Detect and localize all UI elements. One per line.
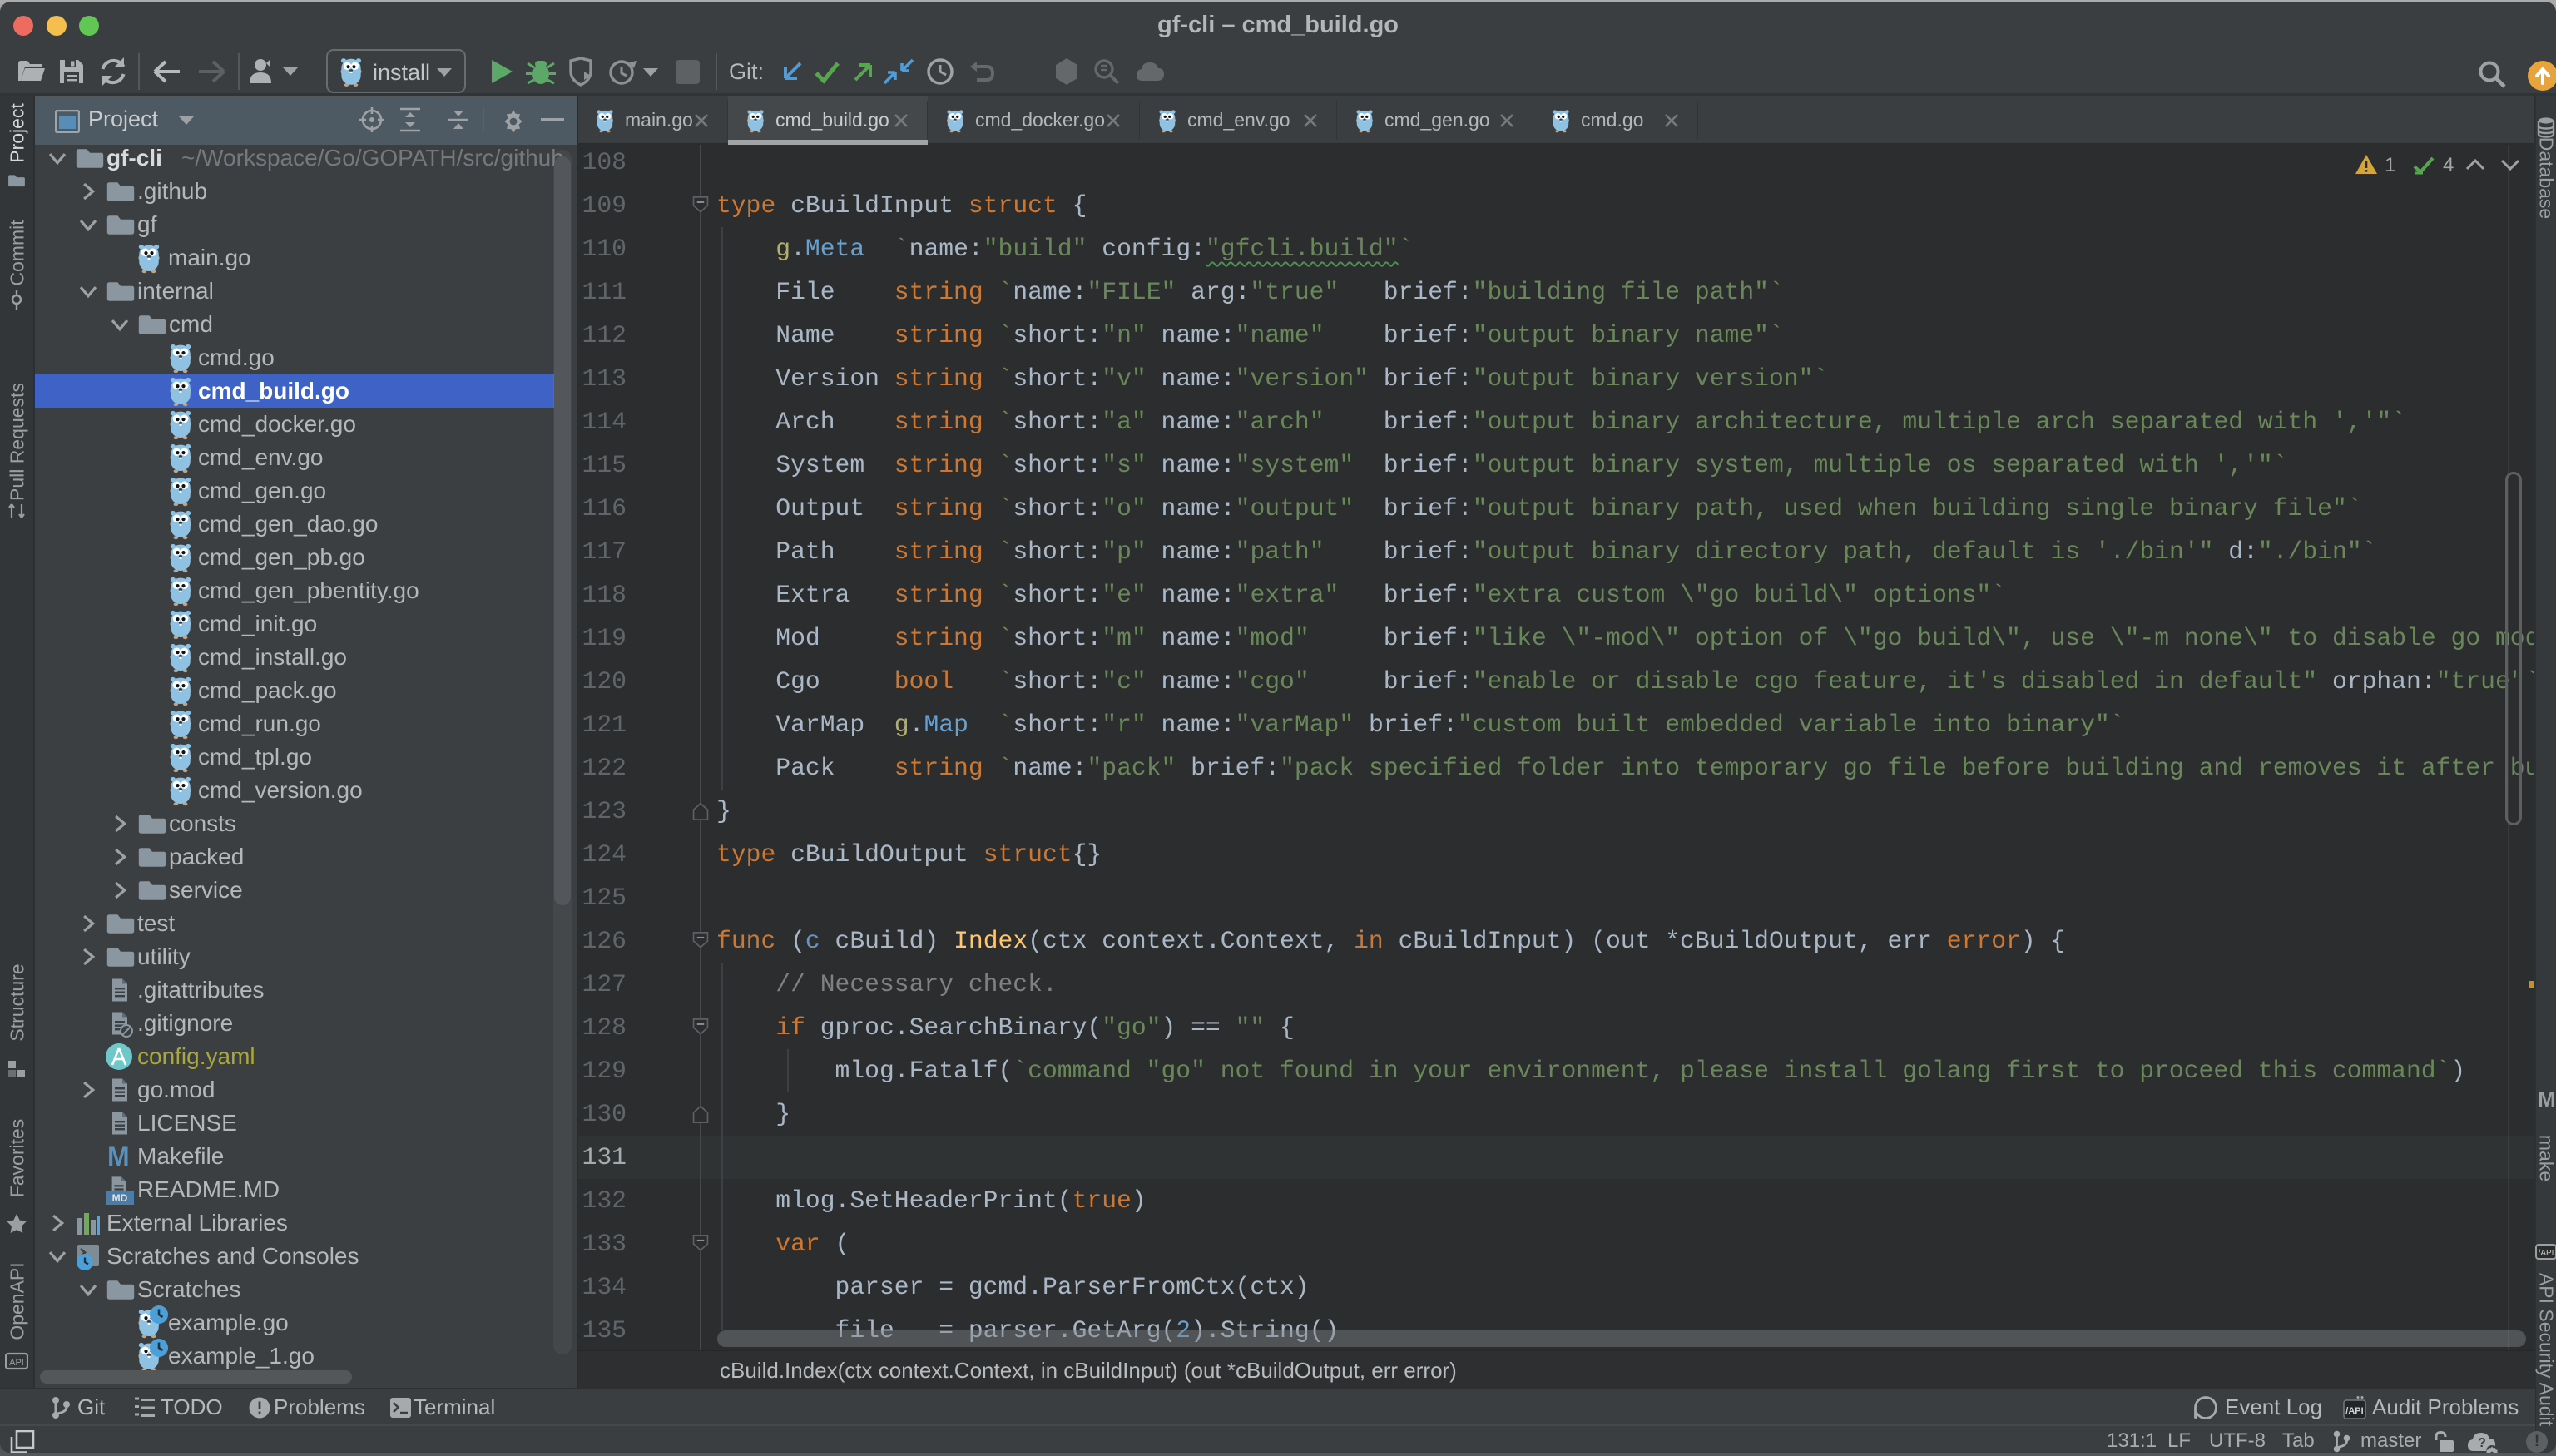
svg-text:/API: /API — [2539, 1249, 2554, 1258]
svg-text:?: ? — [2478, 1436, 2486, 1450]
svg-text:/API: /API — [2345, 1406, 2363, 1416]
svg-text:API: API — [9, 1358, 24, 1368]
